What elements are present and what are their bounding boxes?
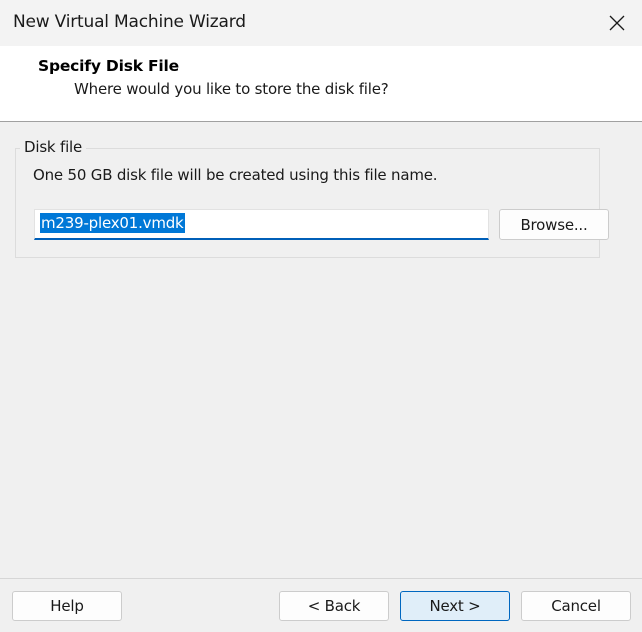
window-title: New Virtual Machine Wizard [13,12,246,32]
page-title: Specify Disk File [38,57,179,75]
wizard-header: Specify Disk File Where would you like t… [0,46,642,122]
close-icon [609,15,625,31]
title-bar[interactable]: New Virtual Machine Wizard [0,0,642,46]
next-button[interactable]: Next > [400,591,510,621]
disk-file-name-value: m239-plex01.vmdk [40,213,185,233]
wizard-window: New Virtual Machine Wizard Specify Disk … [0,0,642,632]
close-button[interactable] [592,0,642,46]
cancel-button[interactable]: Cancel [521,591,631,621]
browse-button[interactable]: Browse... [499,209,609,240]
back-button[interactable]: < Back [279,591,389,621]
disk-file-group-label: Disk file [20,138,87,156]
help-button[interactable]: Help [12,591,122,621]
footer-divider [0,578,642,579]
disk-file-description: One 50 GB disk file will be created usin… [33,166,438,184]
page-subtitle: Where would you like to store the disk f… [74,80,389,98]
disk-file-name-input[interactable]: m239-plex01.vmdk [34,209,489,240]
disk-file-group [15,148,600,258]
